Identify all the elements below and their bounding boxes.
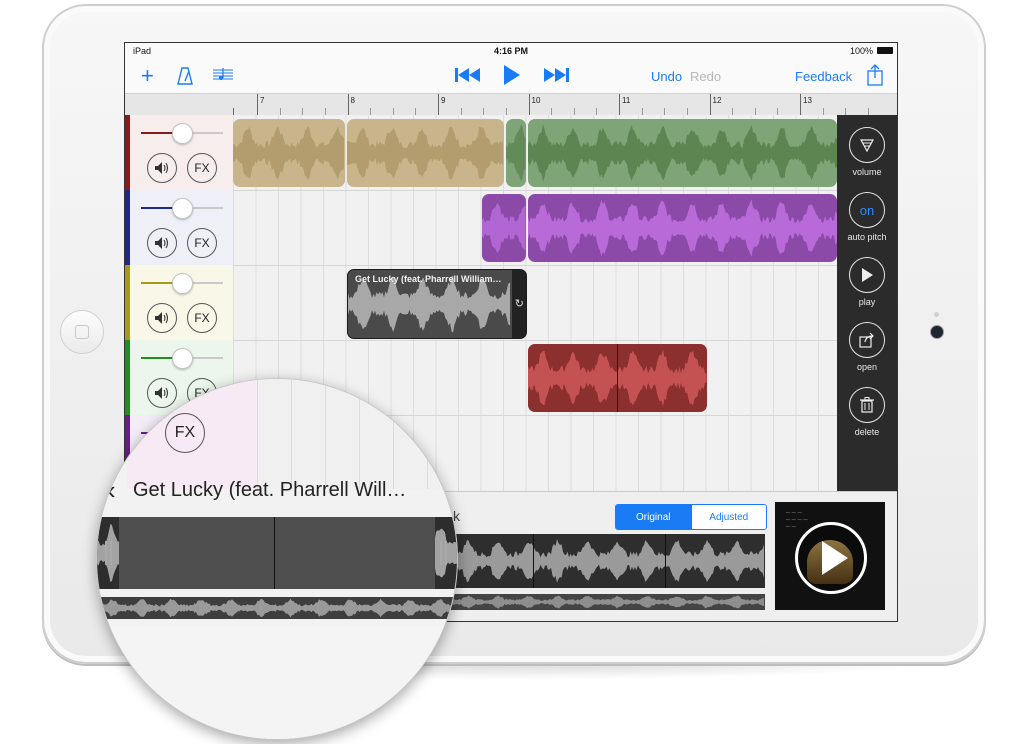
- ruler-label: 7: [260, 96, 265, 105]
- segment-adjusted[interactable]: Adjusted: [690, 505, 766, 529]
- mute-button[interactable]: [147, 153, 177, 183]
- track-color-bar: [125, 190, 130, 265]
- album-art[interactable]: ~~~ ~~~~ ~~: [775, 502, 885, 610]
- track-header: FX: [125, 190, 233, 266]
- mute-button[interactable]: [147, 228, 177, 258]
- clip-actions-panel: volume on auto pitch play open delete: [837, 115, 897, 491]
- lane-divider: [233, 190, 837, 191]
- track-color-bar: [125, 115, 130, 190]
- ruler-tick: [619, 94, 620, 116]
- undo-button[interactable]: Undo: [651, 69, 682, 84]
- feedback-button[interactable]: Feedback: [795, 69, 852, 84]
- slider-knob[interactable]: [172, 348, 193, 369]
- ruler-tick: [528, 94, 530, 116]
- ruler-tick: [438, 94, 439, 116]
- battery-icon: [877, 47, 893, 54]
- loupe-empty-area: [97, 625, 457, 739]
- waveform: [528, 199, 837, 257]
- ruler-label: 8: [350, 96, 355, 105]
- waveform: [97, 598, 457, 618]
- plus-icon[interactable]: +: [141, 65, 154, 87]
- fast-forward-icon[interactable]: [543, 67, 569, 87]
- audio-clip[interactable]: [506, 119, 526, 187]
- ruler-tick: [257, 94, 258, 116]
- ruler-label: 12: [712, 96, 722, 105]
- ruler-tick: [709, 94, 711, 116]
- ruler-tick: [347, 94, 349, 116]
- selected-audio-clip[interactable]: ↻ Get Lucky (feat. Pharrell William…: [347, 269, 527, 339]
- home-button[interactable]: [60, 310, 104, 354]
- waveform: [528, 124, 837, 182]
- loupe-track-area: FX: [97, 379, 457, 489]
- play-icon[interactable]: [849, 257, 885, 293]
- ruler-label: 9: [441, 96, 446, 105]
- redo-button[interactable]: Redo: [690, 69, 721, 84]
- slider-knob[interactable]: [172, 273, 193, 294]
- mute-button[interactable]: [147, 303, 177, 333]
- magnifier-loupe: FX ‹ Get Lucky (feat. Pharrell Will…: [96, 378, 458, 740]
- pitch-segmented-control[interactable]: Original Adjusted: [615, 504, 767, 530]
- camera: [930, 325, 944, 339]
- audio-clip[interactable]: [347, 119, 504, 187]
- audio-clip[interactable]: [528, 194, 837, 262]
- fx-button[interactable]: FX: [165, 413, 205, 453]
- loupe-overview[interactable]: [97, 597, 457, 619]
- lane-divider: [233, 340, 837, 341]
- waveform: [506, 124, 526, 182]
- audio-clip[interactable]: [482, 194, 526, 262]
- status-bar: iPad 4:16 PM 100%: [125, 43, 897, 59]
- ruler-label: 13: [803, 96, 812, 105]
- auto-pitch-label: auto pitch: [847, 232, 887, 242]
- audio-clip[interactable]: [233, 119, 345, 187]
- waveform: [233, 125, 344, 181]
- rewind-icon[interactable]: [455, 67, 481, 87]
- play-circle-icon[interactable]: [795, 522, 867, 594]
- back-chevron-icon[interactable]: ‹: [107, 475, 116, 506]
- share-icon[interactable]: [867, 64, 883, 90]
- slider-knob[interactable]: [172, 123, 193, 144]
- volume-icon[interactable]: [849, 127, 885, 163]
- ruler-tick: [800, 94, 801, 116]
- loupe-waveform[interactable]: [97, 517, 457, 589]
- auto-pitch-toggle[interactable]: on: [849, 192, 885, 228]
- open-icon[interactable]: [849, 322, 885, 358]
- segment-original[interactable]: Original: [616, 505, 691, 529]
- volume-label: volume: [852, 167, 882, 177]
- delete-label: delete: [854, 427, 880, 437]
- slider-knob[interactable]: [172, 198, 193, 219]
- ruler-label: 11: [622, 96, 631, 105]
- clip-title: Get Lucky (feat. Pharrell William…: [355, 274, 502, 284]
- battery-percent: 100%: [849, 46, 873, 56]
- loupe-clip-title: Get Lucky (feat. Pharrell Will…: [133, 479, 407, 501]
- timeline-ruler[interactable]: 7 8 9 10 11 12 13: [125, 93, 897, 117]
- sensor-dot: [934, 312, 939, 317]
- waveform: [347, 126, 503, 180]
- fx-button[interactable]: FX: [187, 153, 217, 183]
- clock: 4:16 PM: [493, 46, 528, 56]
- trash-icon[interactable]: [849, 387, 885, 423]
- fx-button[interactable]: FX: [187, 303, 217, 333]
- waveform: [482, 202, 526, 254]
- loop-icon[interactable]: ↻: [515, 297, 524, 310]
- toolbar: + Undo Redo Feedback: [125, 59, 897, 93]
- fx-button[interactable]: FX: [187, 228, 217, 258]
- play-icon[interactable]: [503, 64, 521, 90]
- audio-clip[interactable]: [528, 344, 707, 412]
- audio-clip[interactable]: [528, 119, 837, 187]
- track-header: FX: [125, 265, 233, 341]
- ruler-label: 10: [531, 96, 541, 105]
- score-icon[interactable]: [213, 67, 233, 87]
- play-label: play: [858, 297, 876, 307]
- metronome-icon[interactable]: [177, 67, 193, 89]
- track-color-bar: [125, 265, 130, 340]
- track-header: FX: [125, 115, 233, 191]
- open-label: open: [856, 362, 878, 372]
- lane-divider: [233, 265, 837, 266]
